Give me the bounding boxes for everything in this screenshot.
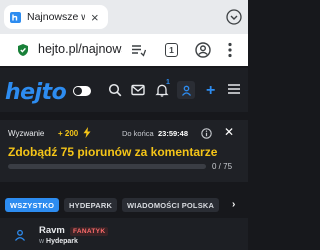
user-profile-button[interactable] xyxy=(177,81,195,99)
notification-count-badge: 1 xyxy=(166,79,170,86)
account-icon[interactable] xyxy=(195,42,211,58)
challenge-progress-text: 0 / 75 xyxy=(212,162,233,171)
pill-hydepark[interactable]: HYDEPARK xyxy=(64,198,118,212)
community-prefix: w xyxy=(39,238,45,245)
author-rank-badge: FANATYK xyxy=(70,227,109,236)
lightning-bolt-icon xyxy=(83,127,91,138)
post-card xyxy=(0,218,248,250)
browser-tab-bar: Najnowsze wpisy - hejto.pl × xyxy=(0,0,248,34)
tab-title: Najnowsze wpisy - hejto.pl xyxy=(27,11,85,23)
hejto-favicon-icon xyxy=(10,11,21,23)
pills-next-arrow[interactable]: › xyxy=(232,199,235,210)
tab-switcher-button[interactable]: 1 xyxy=(165,43,178,57)
challenge-label: Wyzwanie xyxy=(8,129,45,138)
menu-icon[interactable] xyxy=(228,84,240,94)
avatar[interactable] xyxy=(14,229,26,241)
theme-toggle[interactable] xyxy=(73,86,91,96)
more-vert-icon[interactable] xyxy=(228,42,232,58)
info-icon[interactable] xyxy=(201,128,212,139)
tab-close-button[interactable]: × xyxy=(91,11,99,24)
address-bar: hejto.pl/najnowsze 1 xyxy=(0,34,248,66)
mail-icon[interactable] xyxy=(131,83,145,97)
pill-wiadomosci-polska[interactable]: WIADOMOŚCI POLSKA xyxy=(122,198,220,212)
add-post-button[interactable]: + xyxy=(206,83,215,99)
challenge-deadline-time: 23:59:48 xyxy=(158,129,189,138)
challenge-points: + 200 xyxy=(58,129,79,138)
community-link[interactable]: Hydepark xyxy=(46,238,78,245)
hejto-logo[interactable]: hejto xyxy=(5,80,67,105)
challenge-deadline-label: Do końca xyxy=(122,129,154,138)
challenge-title: Zdobądź 75 piorunów za komentarze xyxy=(8,145,218,159)
site-security-icon[interactable] xyxy=(16,43,30,57)
post-community: w Hydepark xyxy=(39,238,78,245)
post-author[interactable]: Ravm xyxy=(39,225,65,236)
url-field[interactable]: hejto.pl/najnowsze xyxy=(38,42,122,56)
reader-mode-icon[interactable] xyxy=(131,43,146,57)
pill-wszystko[interactable]: WSZYSTKO xyxy=(5,198,60,212)
search-icon[interactable] xyxy=(108,83,122,97)
challenge-close-button[interactable]: ✕ xyxy=(224,126,234,138)
user-icon xyxy=(181,85,191,96)
challenge-progress-bar xyxy=(8,164,206,169)
browser-tab[interactable]: Najnowsze wpisy - hejto.pl × xyxy=(4,5,108,29)
theme-toggle-knob xyxy=(74,87,82,95)
chevron-down-icon[interactable] xyxy=(226,9,242,25)
